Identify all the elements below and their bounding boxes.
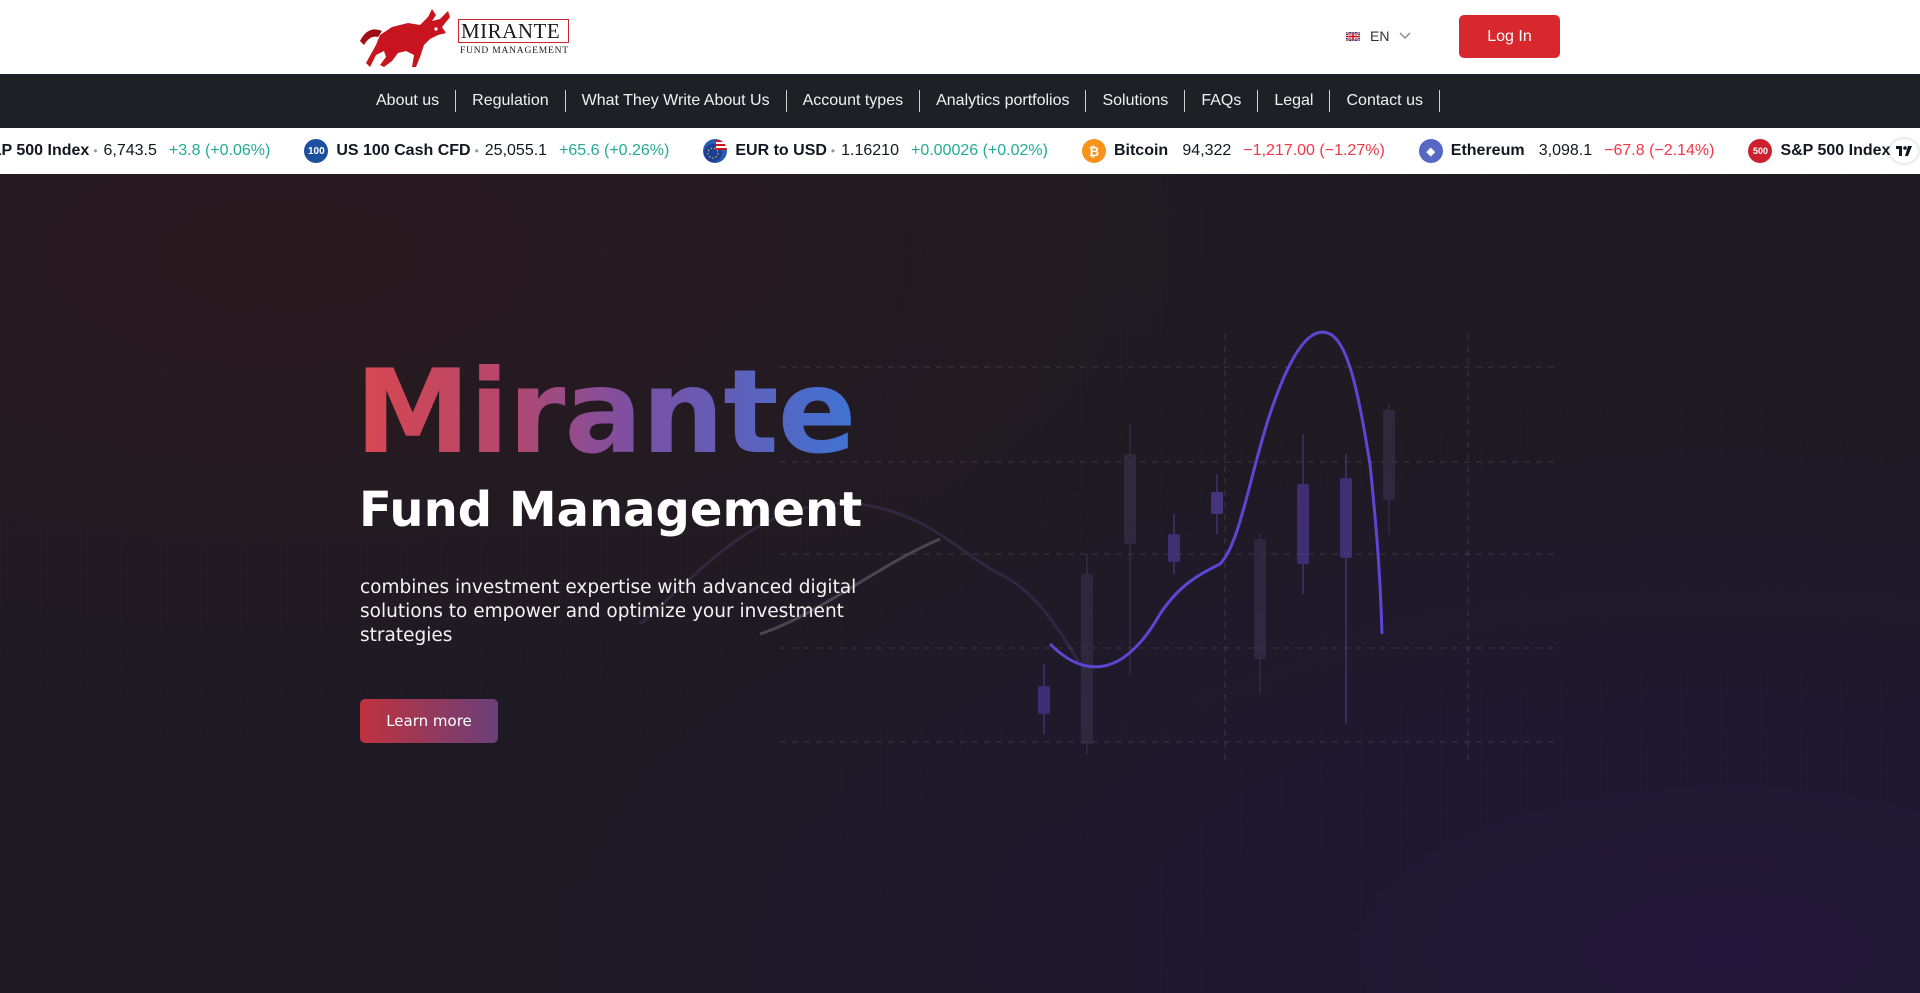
us100-icon: 100 (304, 139, 329, 163)
nav-link-analytics-portfolios[interactable]: Analytics portfolios (920, 90, 1085, 112)
nav-item-solutions: Solutions (1086, 90, 1186, 112)
login-button[interactable]: Log In (1459, 15, 1560, 58)
ticker-item-us100[interactable]: 100 US 100 Cash CFD • 25,055.1 +65.6 (+0… (304, 139, 669, 163)
logo-subtitle: FUND MANAGEMENT (460, 45, 569, 56)
nav-item-regulation: Regulation (456, 90, 566, 112)
hero-decorative-chart (639, 330, 1560, 764)
tv-icon (1896, 146, 1912, 156)
ticker-item-ethereum[interactable]: ◆ Ethereum • 3,098.1 −67.8 (−2.14%) (1418, 139, 1715, 163)
ticker-track: &P 500 Index • 6,743.5 +3.8 (+0.06%) 100… (0, 128, 1920, 174)
logo[interactable]: MIRANTE FUND MANAGEMENT (358, 5, 570, 69)
nav-item-account-types: Account types (787, 90, 921, 112)
ticker-symbol-name: Ethereum (1450, 142, 1525, 159)
ticker-item-sp500[interactable]: &P 500 Index • 6,743.5 +3.8 (+0.06%) (0, 142, 270, 160)
nav-item-legal: Legal (1258, 90, 1331, 112)
bitcoin-icon: ₿ (1081, 139, 1106, 163)
hero-title: Mirante (355, 345, 856, 480)
hero-section: Mirante Fund Management combines investm… (0, 174, 1920, 993)
ticker-symbol-name: S&P 500 Index (1780, 142, 1891, 159)
ticker-price: 94,322 (1182, 142, 1232, 159)
nav-link-faqs[interactable]: FAQs (1185, 90, 1257, 112)
nav-item-faqs: FAQs (1185, 90, 1259, 112)
main-nav: About us Regulation What They Write Abou… (0, 74, 1920, 128)
nav-item-contact: Contact us (1330, 90, 1440, 112)
ticker-symbol-name: &P 500 Index (0, 142, 90, 159)
ticker-change: −1,217.00 (−1.27%) (1243, 142, 1385, 159)
logo-text: MIRANTE FUND MANAGEMENT (458, 18, 569, 56)
ticker-tape: &P 500 Index • 6,743.5 +3.8 (+0.06%) 100… (0, 128, 1920, 174)
eur-usd-flag-icon (703, 139, 728, 163)
ticker-symbol-name: Bitcoin (1113, 142, 1169, 159)
nav-link-press[interactable]: What They Write About Us (566, 90, 786, 112)
uk-flag-icon (1346, 31, 1360, 41)
chevron-down-icon (1399, 32, 1411, 39)
ticker-change: +0.00026 (+0.02%) (910, 142, 1048, 159)
nav-divider (1438, 90, 1440, 112)
ticker-change: +65.6 (+0.26%) (559, 142, 670, 159)
logo-name: MIRANTE (458, 18, 569, 43)
tradingview-logo-icon[interactable] (1890, 139, 1918, 163)
ticker-price: 1.16210 (841, 142, 899, 159)
learn-more-button[interactable]: Learn more (360, 699, 498, 743)
nav-link-solutions[interactable]: Solutions (1086, 90, 1184, 112)
ticker-item-bitcoin[interactable]: ₿ Bitcoin • 94,322 −1,217.00 (−1.27%) (1081, 139, 1385, 163)
ticker-symbol-name: US 100 Cash CFD (336, 142, 471, 159)
eu-us-flags-icon (704, 140, 728, 162)
nav-item-about: About us (360, 90, 457, 112)
ticker-dot: • (474, 144, 479, 158)
nav-list: About us Regulation What They Write Abou… (360, 74, 1440, 128)
ticker-change: −67.8 (−2.14%) (1604, 142, 1715, 159)
language-code: EN (1370, 28, 1390, 44)
nav-link-regulation[interactable]: Regulation (456, 90, 565, 112)
nav-link-account-types[interactable]: Account types (787, 90, 920, 112)
ticker-item-eurusd[interactable]: EUR to USD • 1.16210 +0.00026 (+0.02%) (703, 139, 1048, 163)
nav-link-legal[interactable]: Legal (1258, 90, 1329, 112)
nav-link-contact-us[interactable]: Contact us (1330, 90, 1438, 112)
language-selector[interactable]: EN (1346, 26, 1411, 46)
ticker-price: 3,098.1 (1538, 142, 1593, 159)
nav-link-about-us[interactable]: About us (360, 90, 455, 112)
ticker-change: +3.8 (+0.06%) (168, 142, 271, 159)
ticker-price: 6,743.5 (103, 142, 157, 159)
hero-description: combines investment expertise with advan… (360, 577, 857, 646)
ticker-dot: • (830, 144, 836, 158)
chart-candles (1038, 404, 1395, 754)
nav-item-analytics: Analytics portfolios (920, 90, 1087, 112)
hero-subtitle: Fund Management (359, 482, 863, 538)
top-header: MIRANTE FUND MANAGEMENT EN Log In (0, 0, 1920, 74)
ticker-item-sp500-repeat[interactable]: 500 S&P 500 Index • (1748, 139, 1904, 163)
ticker-price: 25,055.1 (484, 142, 548, 159)
ticker-symbol-name: EUR to USD (735, 142, 827, 159)
ethereum-icon: ◆ (1418, 139, 1443, 163)
nav-item-press: What They Write About Us (566, 90, 787, 112)
sp500-icon: 500 (1748, 139, 1773, 163)
ticker-dot: • (93, 144, 98, 158)
bull-icon (360, 9, 450, 67)
